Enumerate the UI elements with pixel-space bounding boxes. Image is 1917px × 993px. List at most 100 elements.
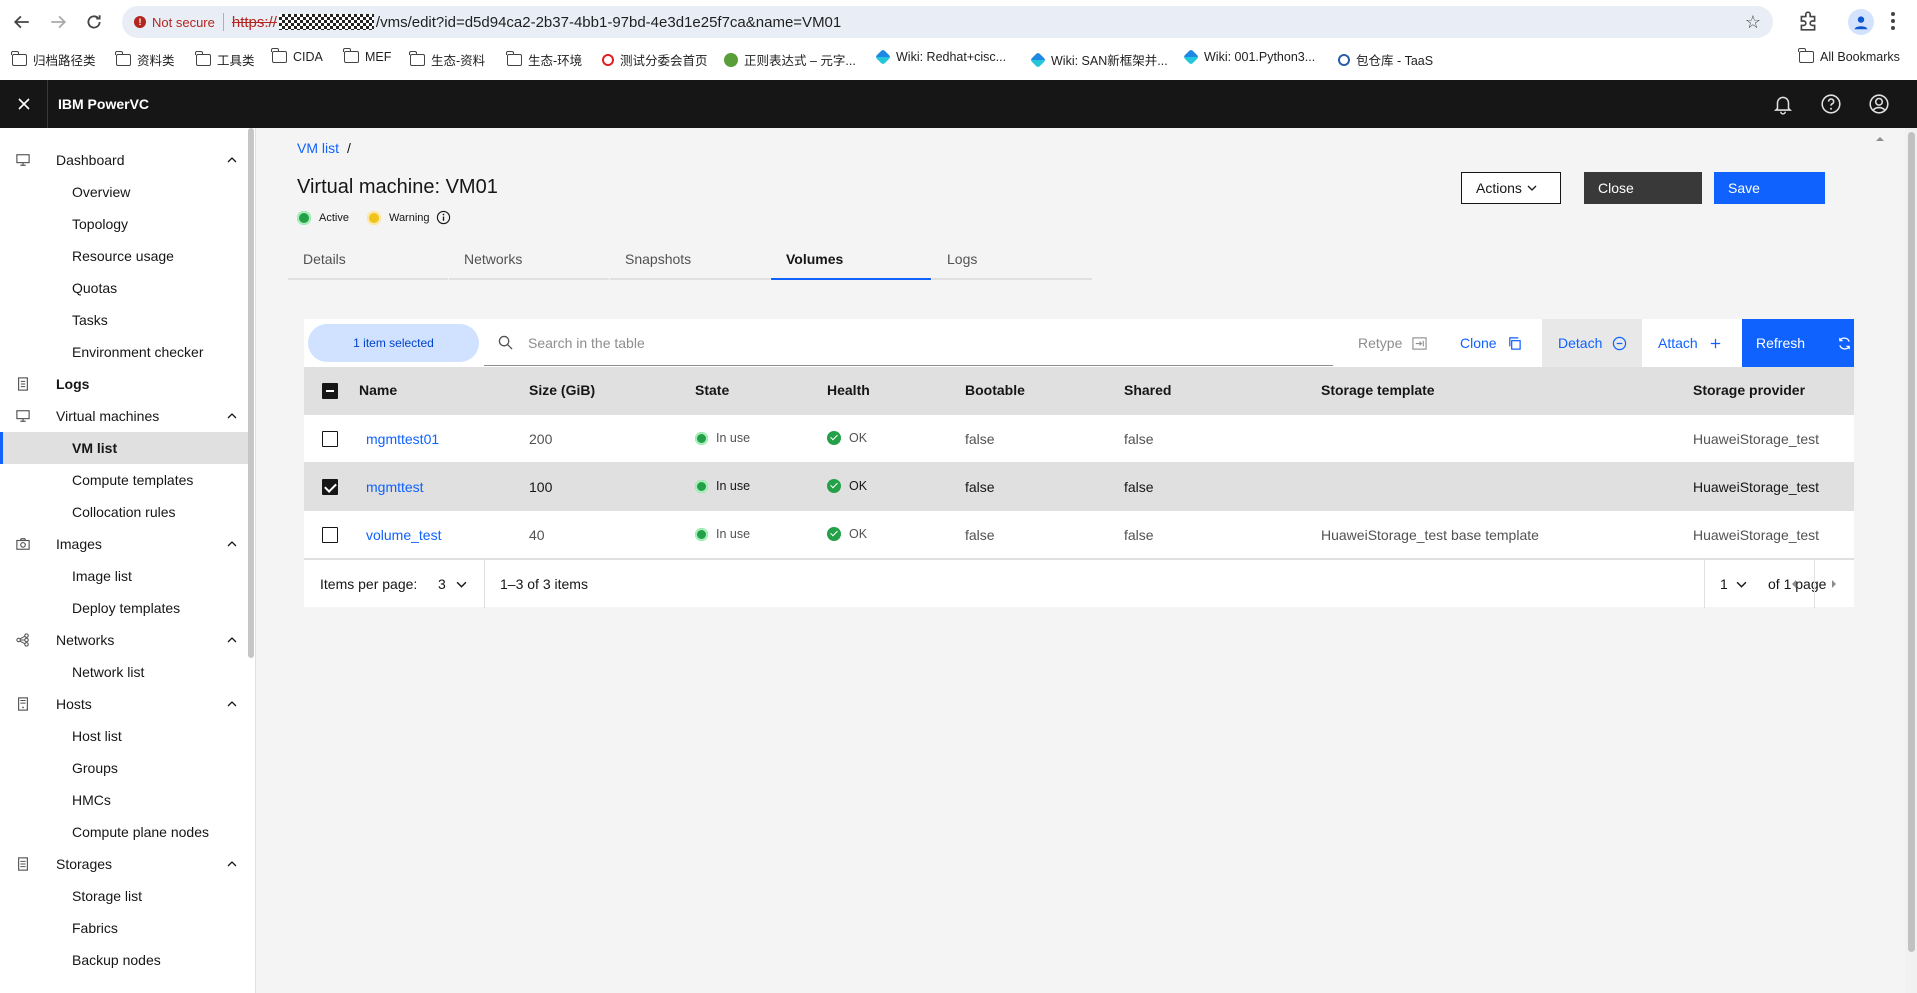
clone-button[interactable]: Clone [1444,319,1540,367]
detach-button[interactable]: Detach [1542,319,1642,367]
extensions-icon[interactable] [1797,10,1819,32]
tab-details[interactable]: Details [288,240,448,280]
info-icon[interactable] [436,210,451,225]
bookmark-star-icon[interactable]: ☆ [1745,12,1761,33]
volume-name-link[interactable]: mgmttest [366,479,424,495]
volume-name-link[interactable]: volume_test [366,527,441,543]
bookmark-item[interactable]: 工具类 [195,50,255,69]
sidebar-item-vm-list[interactable]: VM list [0,432,248,464]
page-scrollbar[interactable] [1905,128,1917,993]
row-checkbox[interactable] [322,527,338,543]
sidebar-item-host-list[interactable]: Host list [0,720,248,752]
sidebar-item-environment-checker[interactable]: Environment checker [0,336,248,368]
page-select[interactable]: 1 [1720,576,1747,592]
column-header-shared[interactable]: Shared [1124,382,1171,398]
table-row[interactable]: mgmttest01 200 In use OK false false Hua… [304,415,1854,463]
bookmark-label: MEF [365,50,392,64]
address-bar[interactable]: ! Not secure https:// /vms/edit?id=d5d94… [122,6,1773,38]
tab-volumes[interactable]: Volumes [771,240,931,280]
save-button[interactable]: Save [1714,172,1825,204]
scroll-up-icon[interactable] [1875,134,1885,144]
volume-name-link[interactable]: mgmttest01 [366,431,439,447]
sidebar-group-storages[interactable]: Storages [0,848,248,880]
sidebar-item-hmcs[interactable]: HMCs [0,784,248,816]
sidebar-item-resource-usage[interactable]: Resource usage [0,240,248,272]
column-header-storage-template[interactable]: Storage template [1321,382,1435,398]
tab-networks[interactable]: Networks [449,240,609,280]
column-header-health[interactable]: Health [827,382,870,398]
table-row[interactable]: volume_test 40 In use OK false false Hua… [304,511,1854,559]
sidebar-group-images[interactable]: Images [0,528,248,560]
in-use-status-icon [695,431,708,445]
sidebar-item-backup-nodes[interactable]: Backup nodes [0,944,248,976]
page-scrollbar-thumb[interactable] [1908,132,1915,952]
sidebar-item-deploy-templates[interactable]: Deploy templates [0,592,248,624]
column-header-name[interactable]: Name [359,382,397,398]
row-checkbox[interactable] [322,431,338,447]
sidebar-group-virtual-machines[interactable]: Virtual machines [0,400,248,432]
table-row[interactable]: mgmttest 100 In use OK false false Huawe… [304,463,1854,511]
sidebar-item-network-list[interactable]: Network list [0,656,248,688]
previous-page-button[interactable] [1774,560,1814,608]
not-secure-chip[interactable]: ! Not secure [134,15,215,30]
back-button[interactable] [8,8,36,36]
retype-button[interactable]: Retype [1342,319,1444,367]
sidebar-item-groups[interactable]: Groups [0,752,248,784]
column-header-bootable[interactable]: Bootable [965,382,1025,398]
bookmark-item[interactable]: 生态-环境 [506,50,582,69]
profile-avatar-icon[interactable] [1848,9,1874,35]
volume-bootable: false [965,527,995,543]
forward-button[interactable] [44,8,72,36]
bookmark-item[interactable]: Wiki: Redhat+cisc... [875,49,1006,65]
sidebar-item-topology[interactable]: Topology [0,208,248,240]
all-bookmarks[interactable]: All Bookmarks [1798,48,1900,64]
bookmark-item[interactable]: Wiki: SAN新框架并... [1030,50,1168,69]
bookmark-item[interactable]: 资料类 [115,50,175,69]
user-profile-icon[interactable] [1868,93,1890,115]
sidebar-item-collocation-rules[interactable]: Collocation rules [0,496,248,528]
sidebar-scrollbar[interactable] [248,128,254,658]
bookmark-item[interactable]: MEF [343,48,392,64]
bookmark-item[interactable]: 归档路径类 [11,50,96,69]
close-button[interactable]: Close [1584,172,1702,204]
bookmark-item[interactable]: 测试分委会首页 [602,50,708,69]
actions-button[interactable]: Actions [1461,172,1561,204]
sidebar-group-networks[interactable]: Networks [0,624,248,656]
search-input[interactable] [528,331,1308,355]
browser-menu-icon[interactable] [1891,12,1897,32]
items-per-page-select[interactable]: 3 [438,576,467,592]
bookmark-item[interactable]: 包仓库 - TaaS [1338,50,1433,69]
breadcrumb-vm-list-link[interactable]: VM list [297,140,339,156]
notification-bell-icon[interactable] [1772,93,1794,115]
sidebar-item-compute-templates[interactable]: Compute templates [0,464,248,496]
logs-icon [18,377,28,391]
next-page-button[interactable] [1814,560,1854,608]
sidebar-item-overview[interactable]: Overview [0,176,248,208]
sidebar-item-tasks[interactable]: Tasks [0,304,248,336]
help-icon[interactable] [1820,93,1842,115]
sidebar-item-image-list[interactable]: Image list [0,560,248,592]
refresh-button[interactable]: Refresh [1742,319,1854,367]
bookmark-item[interactable]: 正则表达式 – 元字... [724,50,856,69]
close-nav-button[interactable] [0,80,48,128]
select-all-checkbox[interactable] [322,383,338,399]
column-header-state[interactable]: State [695,382,729,398]
reload-button[interactable] [80,8,108,36]
row-checkbox[interactable] [322,479,338,495]
sidebar-group-hosts[interactable]: Hosts [0,688,248,720]
bookmark-item[interactable]: 生态-资料 [409,50,485,69]
bookmark-item[interactable]: CIDA [271,48,323,64]
tab-snapshots[interactable]: Snapshots [610,240,770,280]
sidebar-item-quotas[interactable]: Quotas [0,272,248,304]
sidebar-group-logs[interactable]: Logs [0,368,248,400]
sidebar-item-storage-list[interactable]: Storage list [0,880,248,912]
product-name[interactable]: IBM PowerVC [58,96,149,112]
tab-logs[interactable]: Logs [932,240,1092,280]
sidebar-group-dashboard[interactable]: Dashboard [0,144,248,176]
column-header-storage-provider[interactable]: Storage provider [1693,382,1805,398]
sidebar-item-compute-plane-nodes[interactable]: Compute plane nodes [0,816,248,848]
column-header-size[interactable]: Size (GiB) [529,382,595,398]
attach-button[interactable]: Attach [1642,319,1742,367]
sidebar-item-fabrics[interactable]: Fabrics [0,912,248,944]
bookmark-item[interactable]: Wiki: 001.Python3... [1183,49,1315,65]
